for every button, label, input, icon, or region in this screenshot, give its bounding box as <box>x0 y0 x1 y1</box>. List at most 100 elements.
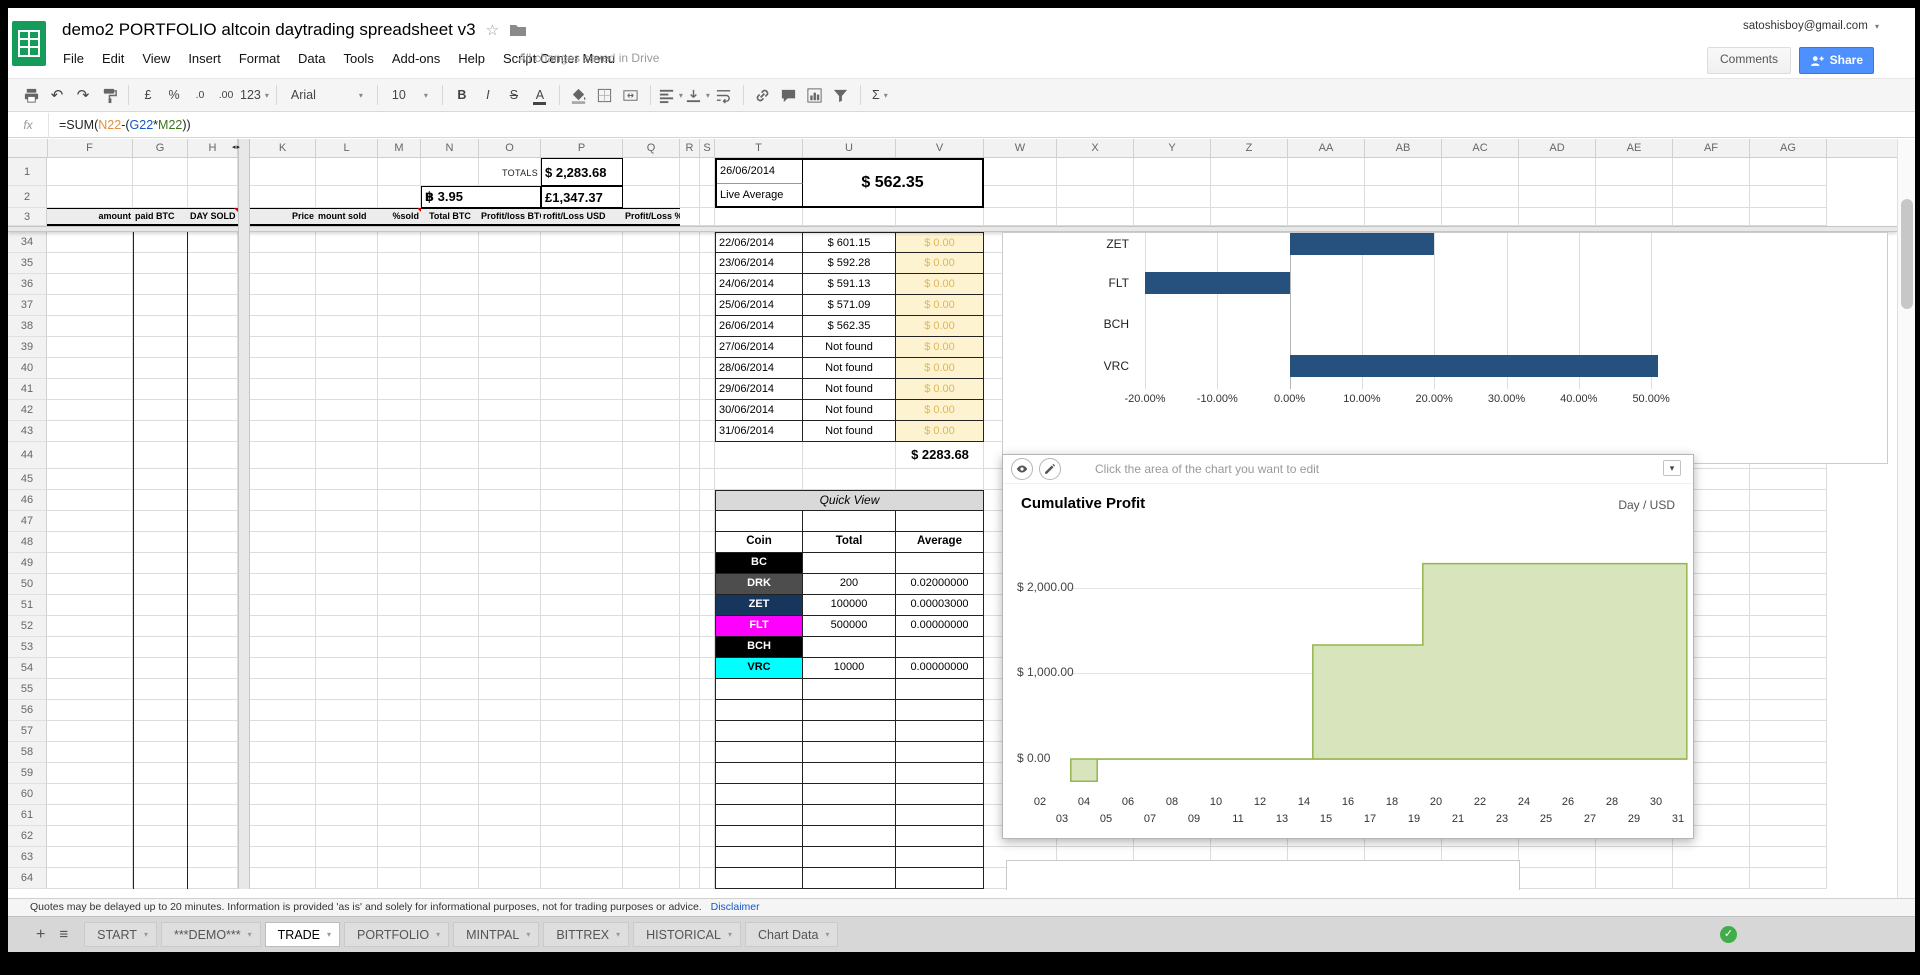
grid-cell[interactable] <box>715 208 803 226</box>
quick-view-empty-cell[interactable] <box>803 826 896 847</box>
grid-cell[interactable] <box>378 274 421 295</box>
grid-cell[interactable] <box>623 400 680 421</box>
grid-cell[interactable] <box>623 847 680 868</box>
tab-chart-data[interactable]: Chart Data▾ <box>745 922 838 947</box>
grid-cell[interactable] <box>47 358 133 379</box>
grid-cell[interactable] <box>1596 186 1673 208</box>
share-button[interactable]: Share <box>1799 47 1874 74</box>
grid-cell[interactable] <box>421 316 479 337</box>
valign-button[interactable]: ▾ <box>685 83 710 107</box>
grid-cell[interactable] <box>250 616 316 637</box>
menu-edit[interactable]: Edit <box>93 49 133 68</box>
coin-profit-bar-chart[interactable]: -20.00%-10.00%0.00%10.00%20.00%30.00%40.… <box>1002 232 1888 464</box>
italic-button[interactable]: I <box>476 83 500 107</box>
bar-zet[interactable] <box>1290 233 1435 255</box>
grid-cell[interactable] <box>378 442 421 469</box>
grid-cell[interactable] <box>133 721 188 742</box>
grid-cell[interactable] <box>623 763 680 784</box>
grid-cell[interactable] <box>1519 186 1596 208</box>
grid-cell[interactable] <box>316 511 378 532</box>
grid-cell[interactable] <box>421 826 479 847</box>
chart-edit-overlay[interactable]: Click the area of the chart you want to … <box>1002 454 1694 839</box>
quick-view-empty-cell[interactable] <box>803 679 896 700</box>
coin-average-cell[interactable] <box>896 637 984 658</box>
grid-cell[interactable] <box>479 847 541 868</box>
grid-cell[interactable] <box>316 784 378 805</box>
grid-cell[interactable] <box>316 742 378 763</box>
grid-cell[interactable] <box>47 826 133 847</box>
grid-cell[interactable] <box>421 490 479 511</box>
grid-cell[interactable] <box>541 337 623 358</box>
price-flag-cell[interactable]: $ 0.00 <box>896 232 984 253</box>
grid-cell[interactable] <box>680 469 700 490</box>
grid-cell[interactable] <box>133 400 188 421</box>
text-color-button[interactable]: A <box>528 83 552 107</box>
grid-cell[interactable] <box>623 679 680 700</box>
grid-cell[interactable] <box>133 253 188 274</box>
quick-view-empty-cell[interactable] <box>803 868 896 889</box>
grid-cell[interactable] <box>479 721 541 742</box>
tab-menu-caret-icon[interactable]: ▾ <box>728 930 732 939</box>
quick-view-empty-cell[interactable] <box>896 847 984 868</box>
grid-cell[interactable] <box>250 379 316 400</box>
grid-cell[interactable] <box>1288 158 1365 186</box>
row-header-43[interactable]: 43 <box>8 421 47 442</box>
grid-cell[interactable] <box>47 574 133 595</box>
coin-total-cell[interactable] <box>803 637 896 658</box>
grid-cell[interactable] <box>479 574 541 595</box>
quick-view-empty-cell[interactable] <box>896 511 984 532</box>
grid-cell[interactable] <box>250 574 316 595</box>
grid-cell[interactable] <box>316 721 378 742</box>
grid-cell[interactable] <box>1673 186 1750 208</box>
grid-cell[interactable] <box>421 847 479 868</box>
col-header-AD[interactable]: AD <box>1519 139 1596 157</box>
grid-cell[interactable] <box>421 421 479 442</box>
row-header-47[interactable]: 47 <box>8 511 47 532</box>
grid-cell[interactable] <box>700 186 715 208</box>
quick-view-empty-cell[interactable] <box>896 805 984 826</box>
grid-cell[interactable] <box>623 532 680 553</box>
grid-cell[interactable] <box>1134 158 1211 186</box>
grid-cell[interactable] <box>1673 868 1750 889</box>
quick-view-header-average[interactable]: Average <box>896 532 984 553</box>
grid-cell[interactable] <box>680 490 700 511</box>
grid-cell[interactable] <box>623 868 680 889</box>
coin-total-cell[interactable]: 100000 <box>803 595 896 616</box>
grid-cell[interactable] <box>47 186 133 208</box>
grid-cell[interactable] <box>188 616 238 637</box>
row-header-53[interactable]: 53 <box>8 637 47 658</box>
grid-cell[interactable] <box>250 186 316 208</box>
grid-cell[interactable] <box>316 442 378 469</box>
grid-cell[interactable] <box>378 469 421 490</box>
price-flag-cell[interactable]: $ 0.00 <box>896 274 984 295</box>
col-header-AG[interactable]: AG <box>1750 139 1827 157</box>
chart-button[interactable] <box>803 83 827 107</box>
grid-cell[interactable] <box>479 679 541 700</box>
menu-format[interactable]: Format <box>230 49 289 68</box>
price-flag-cell[interactable]: $ 0.00 <box>896 337 984 358</box>
grid-cell[interactable] <box>133 337 188 358</box>
grid-cell[interactable] <box>378 574 421 595</box>
grid-cell[interactable] <box>250 158 316 186</box>
row-header-64[interactable]: 64 <box>8 868 47 889</box>
row-header-62[interactable]: 62 <box>8 826 47 847</box>
grid-cell[interactable] <box>47 700 133 721</box>
coin-cell-zet[interactable]: ZET <box>715 595 803 616</box>
account-email[interactable]: satoshisboy@gmail.com ▾ <box>1743 20 1879 32</box>
grid-cell[interactable] <box>316 553 378 574</box>
grid-cell[interactable] <box>47 847 133 868</box>
grid-cell[interactable] <box>421 553 479 574</box>
grid-cell[interactable] <box>700 784 715 805</box>
quick-view-empty-cell[interactable] <box>715 763 803 784</box>
grid-cell[interactable] <box>479 253 541 274</box>
grid-cell[interactable] <box>133 805 188 826</box>
grid-cell[interactable] <box>1750 784 1827 805</box>
grid-cell[interactable] <box>541 253 623 274</box>
grid-cell[interactable] <box>188 421 238 442</box>
coin-total-cell[interactable]: 500000 <box>803 616 896 637</box>
grid-cell[interactable] <box>479 784 541 805</box>
grid-cell[interactable] <box>47 400 133 421</box>
grid-cell[interactable] <box>541 847 623 868</box>
grid-cell[interactable] <box>316 847 378 868</box>
grid-cell[interactable] <box>1057 158 1134 186</box>
